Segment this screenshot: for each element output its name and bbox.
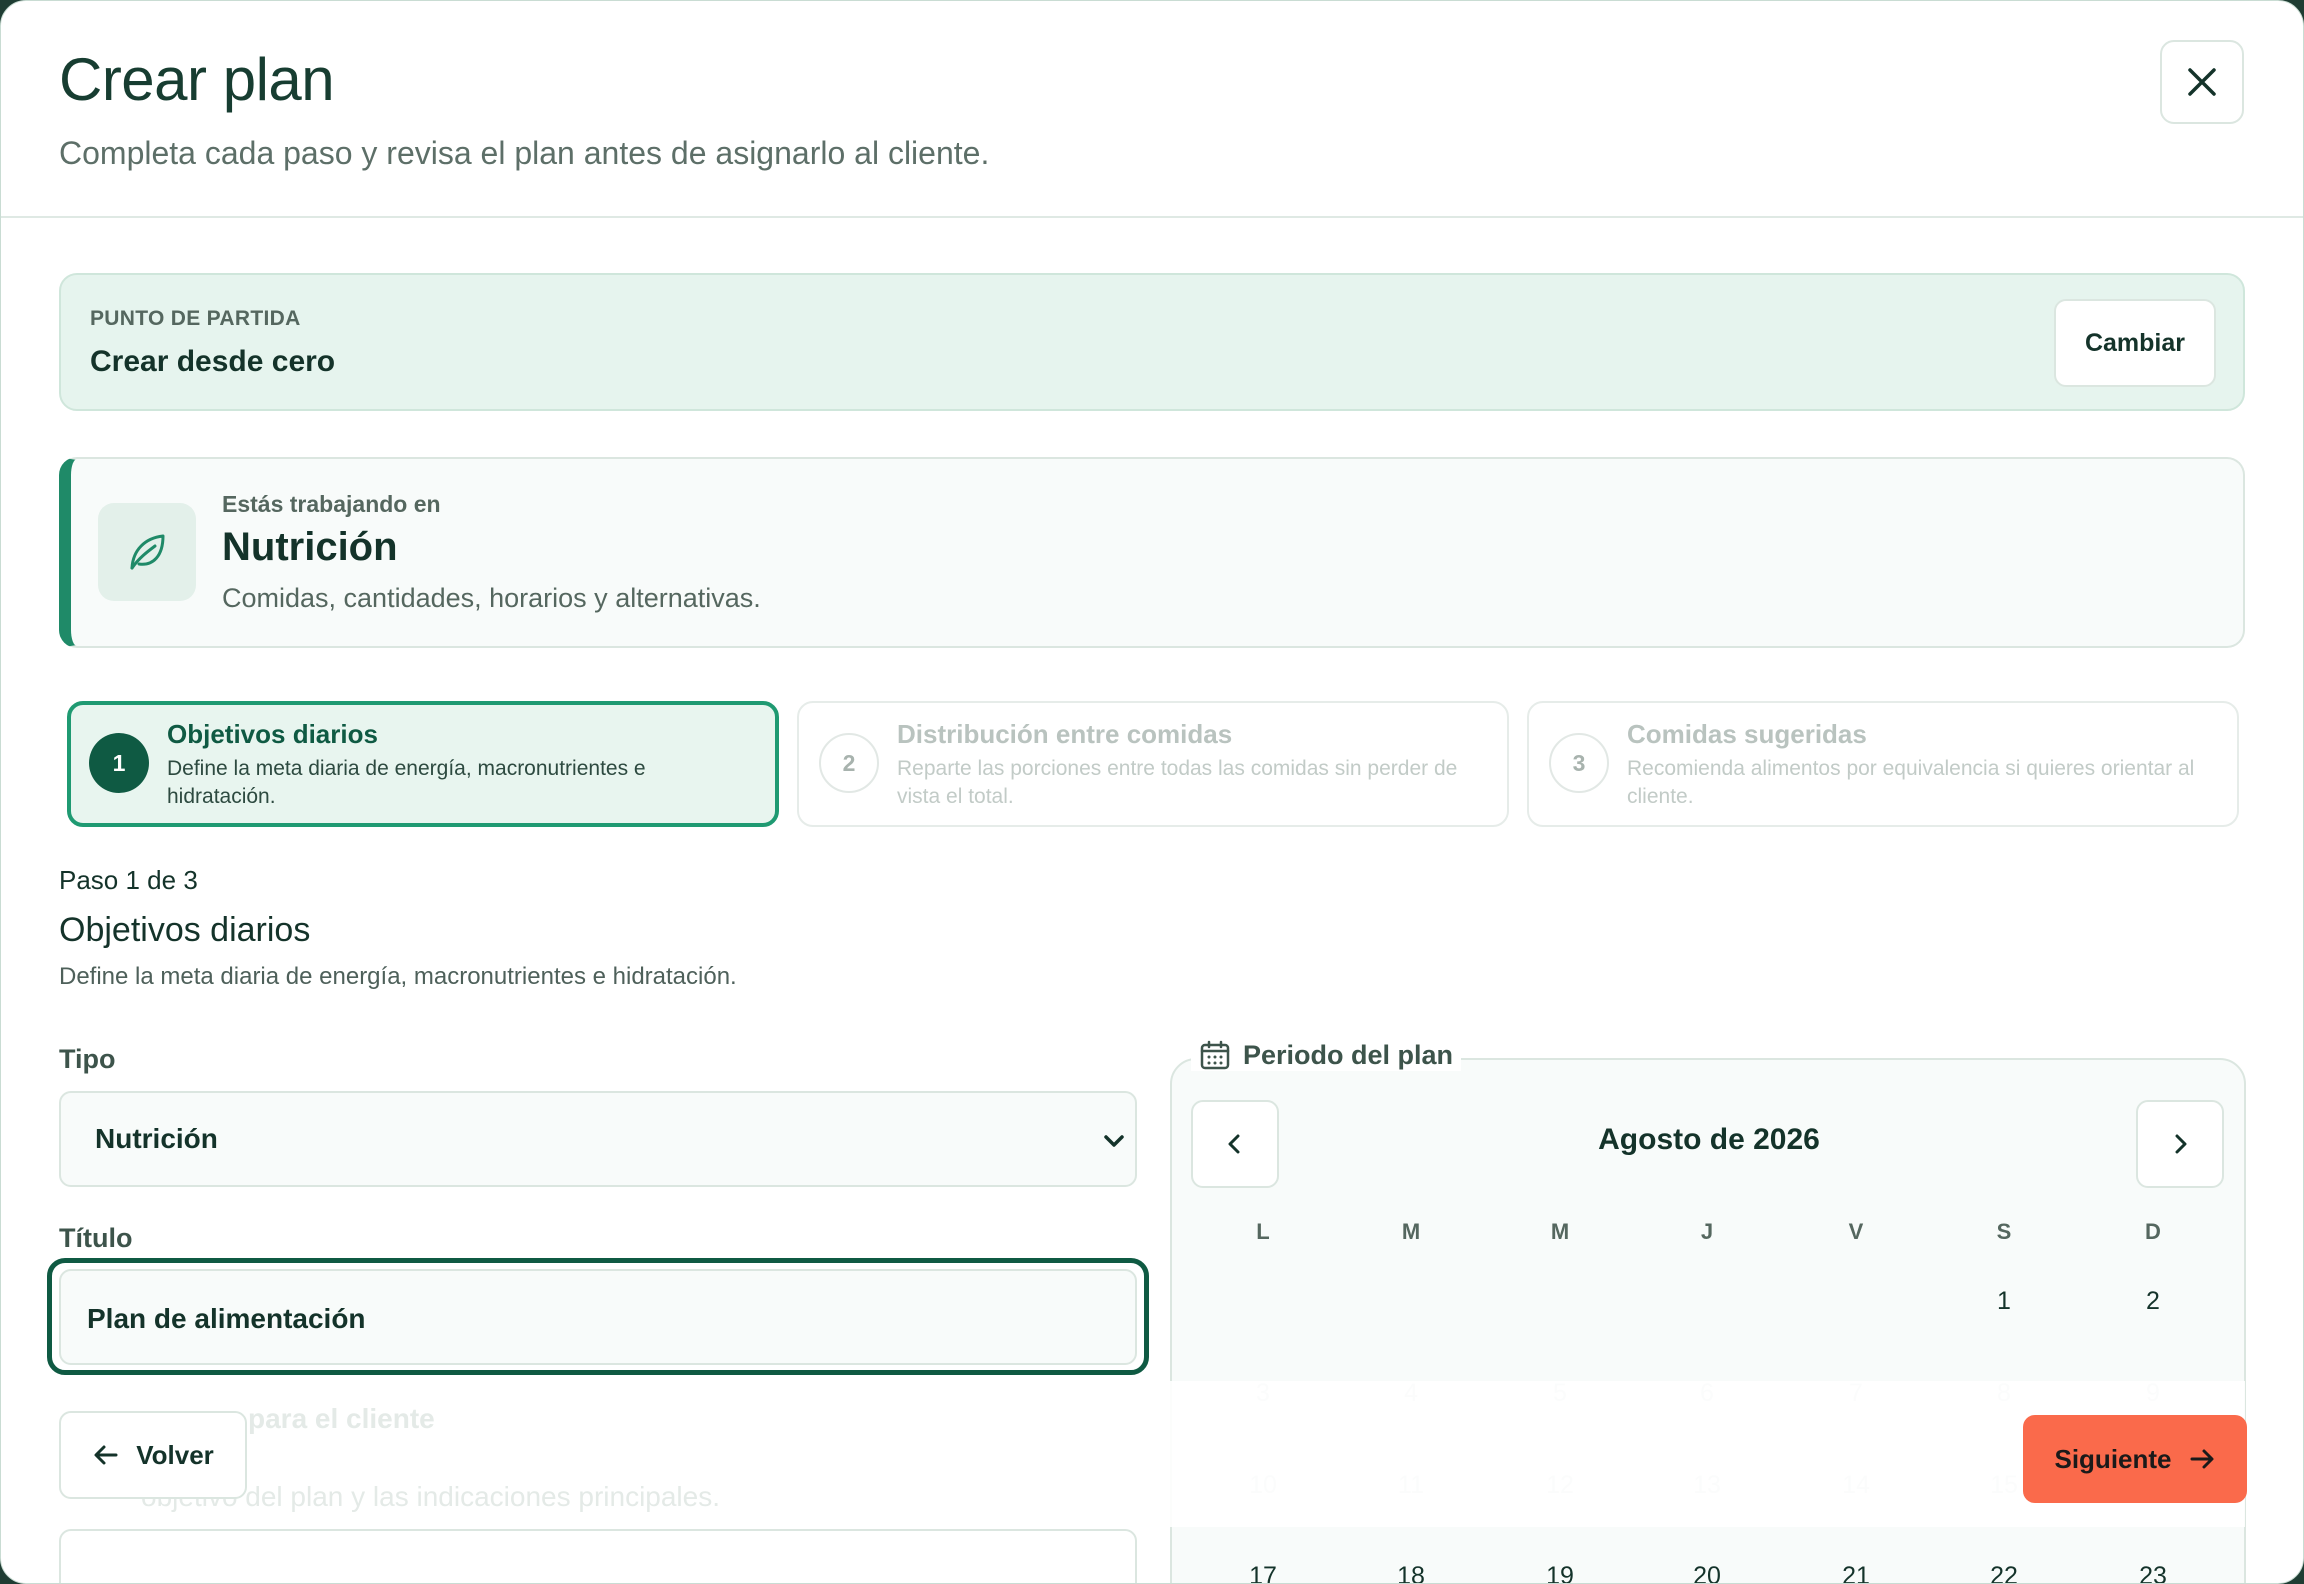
- title-label: Título: [59, 1223, 133, 1253]
- weekday-label: V: [1848, 1219, 1864, 1244]
- next-month-button[interactable]: [2136, 1100, 2224, 1188]
- weekday-label: M: [1550, 1219, 1570, 1244]
- step-description: Reparte las porciones entre todas las co…: [897, 757, 1458, 808]
- step-title: Objetivos diarios: [167, 719, 378, 749]
- back-button[interactable]: Volver: [59, 1411, 247, 1499]
- plan-period-legend: Periodo del plan: [1191, 1039, 1462, 1071]
- weekday-label: M: [1401, 1219, 1421, 1244]
- step-description: Define la meta diaria de energía, macron…: [167, 757, 646, 808]
- step-title: Distribución entre comidas: [897, 719, 1233, 749]
- starting-point-value: Crear desde cero: [90, 345, 336, 378]
- calendar-day[interactable]: 19: [1530, 1562, 1590, 1583]
- working-area-card: Estás trabajando en Nutrición Comidas, c…: [59, 457, 2245, 648]
- calendar-day[interactable]: 18: [1381, 1562, 1441, 1583]
- calendar-day[interactable]: 23: [2123, 1562, 2183, 1583]
- step-number: 1: [89, 733, 149, 793]
- area-description: Comidas, cantidades, horarios y alternat…: [222, 583, 761, 613]
- step-title: Comidas sugeridas: [1627, 719, 1867, 749]
- arrow-right-icon: [2190, 1449, 2213, 1469]
- calendar-day[interactable]: 17: [1233, 1562, 1293, 1583]
- title-input-value: Plan de alimentación: [87, 1303, 366, 1334]
- calendar-day[interactable]: 20: [1677, 1562, 1737, 1583]
- step-number: 2: [819, 733, 879, 793]
- calendar-day[interactable]: 22: [1974, 1562, 2034, 1583]
- modal-subtitle: Completa cada paso y revisa el plan ante…: [59, 135, 990, 171]
- starting-point-label: PUNTO DE PARTIDA: [90, 307, 301, 330]
- section-description: Define la meta diaria de energía, macron…: [59, 963, 737, 990]
- weekday-label: J: [1700, 1219, 1714, 1244]
- close-button[interactable]: [2160, 40, 2244, 124]
- calendar-month: Agosto de 2026: [1598, 1123, 1820, 1156]
- client-notes-field[interactable]: [59, 1529, 1137, 1583]
- step-number: 3: [1549, 733, 1609, 793]
- calendar-day[interactable]: 21: [1826, 1562, 1886, 1583]
- type-select-value: Nutrición: [95, 1123, 218, 1154]
- weekday-label: L: [1256, 1219, 1270, 1244]
- client-notes-label: para el cliente: [248, 1403, 435, 1434]
- type-select[interactable]: Nutrición: [59, 1091, 1137, 1187]
- step-tab-1[interactable]: 1 Objetivos diarios Define la meta diari…: [67, 701, 779, 827]
- calendar-day[interactable]: 2: [2123, 1287, 2183, 1316]
- modal-header: Crear plan Completa cada paso y revisa e…: [1, 1, 2303, 218]
- step-tab-2[interactable]: 2 Distribución entre comidas Reparte las…: [797, 701, 1509, 827]
- section-title: Objetivos diarios: [59, 911, 311, 949]
- type-label: Tipo: [59, 1044, 116, 1074]
- previous-month-button[interactable]: [1191, 1100, 1279, 1188]
- title-input[interactable]: Plan de alimentación: [59, 1269, 1137, 1365]
- step-counter: Paso 1 de 3: [59, 865, 198, 895]
- next-button-label: Siguiente: [2054, 1443, 2172, 1474]
- chevron-left-icon: [1228, 1134, 1240, 1154]
- modal-title: Crear plan: [59, 46, 335, 113]
- plan-period-title: Periodo del plan: [1243, 1039, 1454, 1070]
- change-starting-point-button[interactable]: Cambiar: [2054, 299, 2216, 387]
- chevron-right-icon: [2175, 1134, 2187, 1154]
- leaf-icon: [98, 503, 196, 601]
- arrow-left-icon: [94, 1445, 118, 1465]
- calendar-day[interactable]: 1: [1974, 1287, 2034, 1316]
- weekday-label: S: [1996, 1219, 2012, 1244]
- calendar-icon: [1200, 1040, 1230, 1070]
- next-button[interactable]: Siguiente: [2023, 1415, 2247, 1503]
- starting-point-panel: PUNTO DE PARTIDA Crear desde cero Cambia…: [59, 273, 2245, 411]
- weekday-label: D: [2145, 1219, 2161, 1244]
- back-button-label: Volver: [136, 1439, 214, 1470]
- step-tab-3[interactable]: 3 Comidas sugeridas Recomienda alimentos…: [1527, 701, 2239, 827]
- area-kicker: Estás trabajando en: [222, 491, 441, 517]
- step-description: Recomienda alimentos por equivalencia si…: [1627, 757, 2195, 808]
- close-icon: [2188, 68, 2216, 96]
- chevron-down-icon: [1104, 1135, 1124, 1147]
- create-plan-modal: Crear plan Completa cada paso y revisa e…: [0, 0, 2304, 1584]
- area-title: Nutrición: [222, 525, 398, 569]
